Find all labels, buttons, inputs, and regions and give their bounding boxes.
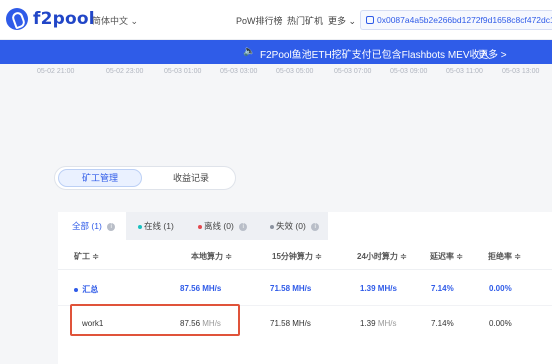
bullet-icon (74, 287, 78, 292)
filter-label: 离线 (204, 221, 222, 231)
info-icon[interactable]: i (239, 222, 248, 231)
speaker-icon: 🔈 (243, 46, 256, 57)
table-row-summary: 汇总 87.56 MH/s 71.58 MH/s 1.39 MH/s 7.14%… (58, 270, 552, 304)
filter-label: 全部 (72, 221, 90, 231)
invalid-dot-icon (270, 224, 274, 229)
f2pool-logo[interactable]: f2pool (6, 8, 95, 30)
nav-more-menu[interactable]: 更多 ⌄ (328, 14, 356, 27)
col-delay-rate[interactable]: 延迟率 ≑ (430, 251, 463, 262)
miner-table-card: 全部 (1) i 在线 (1) 离线 (0) i 失效 (0) i 矿工 ≑ 本… (58, 212, 552, 364)
worker-delay-rate: 7.14% (431, 319, 454, 328)
filter-label: 在线 (144, 221, 162, 231)
col-local-hashrate[interactable]: 本地算力 ≑ (191, 251, 232, 262)
summary-15min-hashrate: 71.58 MH/s (270, 284, 312, 293)
summary-reject-rate: 0.00% (489, 284, 512, 293)
col-24h-hashrate[interactable]: 24小时算力 ≑ (357, 251, 407, 262)
tab-miner-management[interactable]: 矿工管理 (58, 169, 142, 187)
worker-15min-hashrate: 71.58 MH/s (270, 319, 311, 328)
h24-value: 1.39 (360, 319, 376, 328)
table-header: 矿工 ≑ 本地算力 ≑ 15分钟算力 ≑ 24小时算力 ≑ 延迟率 ≑ 拒绝率 … (58, 240, 552, 270)
nav-pow-ranking[interactable]: PoW排行榜 (236, 14, 283, 27)
axis-tick: 05-03 07:00 (334, 68, 372, 75)
col-miner[interactable]: 矿工 ≑ (74, 251, 99, 262)
banner-more-link[interactable]: 更多 > (478, 46, 507, 61)
online-dot-icon (138, 224, 142, 229)
filter-count: (0) (223, 221, 234, 231)
filter-count: (1) (163, 221, 174, 231)
copy-icon[interactable] (366, 16, 374, 24)
filter-all[interactable]: 全部 (1) i (58, 212, 126, 240)
filter-count: (1) (91, 221, 102, 231)
worker-24h-hashrate: 1.39 MH/s (360, 319, 396, 328)
h24-unit: MH/s (377, 319, 397, 328)
col-15min-hashrate[interactable]: 15分钟算力 ≑ (272, 251, 322, 262)
tab-earnings-record[interactable]: 收益记录 (149, 169, 233, 187)
axis-tick: 05-02 23:00 (106, 68, 144, 75)
nav-popular-miners[interactable]: 热门矿机 (287, 14, 323, 27)
axis-tick: 05-03 05:00 (276, 68, 314, 75)
view-switch: 矿工管理 收益记录 (54, 166, 236, 190)
worker-reject-rate: 0.00% (489, 319, 512, 328)
chevron-down-icon: ⌄ (130, 16, 139, 26)
filter-offline[interactable]: 离线 (0) i (198, 212, 248, 240)
info-icon[interactable]: i (107, 222, 116, 231)
filter-invalid[interactable]: 失效 (0) i (270, 212, 320, 240)
top-navigation-bar: f2pool 简体中文 ⌄ PoW排行榜 热门矿机 更多 ⌄ 0x0087a4a… (0, 0, 552, 40)
language-selector[interactable]: 简体中文 ⌄ (92, 14, 138, 27)
announcement-banner: 🔈 F2Pool鱼池ETH挖矿支付已包含Flashbots MEV收入 更多 > (0, 40, 552, 64)
axis-tick: 05-02 21:00 (37, 68, 75, 75)
summary-label: 汇总 (82, 285, 99, 294)
axis-tick: 05-03 13:00 (502, 68, 540, 75)
filter-label: 失效 (276, 221, 294, 231)
offline-dot-icon (198, 224, 202, 229)
highlight-annotation-box (70, 304, 240, 336)
col-reject-rate[interactable]: 拒绝率 ≑ (488, 251, 521, 262)
hashrate-chart-x-axis: 05-02 21:00 05-02 23:00 05-03 01:00 05-0… (0, 64, 552, 82)
axis-tick: 05-03 11:00 (446, 68, 483, 75)
summary-local-hashrate: 87.56 MH/s (180, 284, 222, 293)
axis-tick: 05-03 03:00 (220, 68, 258, 75)
banner-text[interactable]: F2Pool鱼池ETH挖矿支付已包含Flashbots MEV收入 (260, 46, 490, 61)
summary-name: 汇总 (74, 284, 98, 295)
summary-24h-hashrate: 1.39 MH/s (360, 284, 397, 293)
status-filter-tabs: 全部 (1) i 在线 (1) 离线 (0) i 失效 (0) i (58, 212, 328, 240)
nav-more-label: 更多 (328, 16, 347, 26)
axis-tick: 05-03 01:00 (164, 68, 202, 75)
filter-count: (0) (295, 221, 306, 231)
brand-name: f2pool (33, 9, 95, 29)
wallet-address-box[interactable]: 0x0087a4a5b2e266bd1272f9d1658c8cf472dc15… (360, 10, 552, 30)
filter-online[interactable]: 在线 (1) (138, 212, 174, 240)
language-label: 简体中文 (92, 16, 129, 26)
fish-logo-icon (6, 8, 28, 30)
chevron-down-icon: ⌄ (348, 16, 357, 26)
wallet-address: 0x0087a4a5b2e266bd1272f9d1658c8cf472dc15… (377, 15, 552, 25)
info-icon[interactable]: i (311, 222, 320, 231)
summary-delay-rate: 7.14% (431, 284, 454, 293)
axis-tick: 05-03 09:00 (390, 68, 428, 75)
